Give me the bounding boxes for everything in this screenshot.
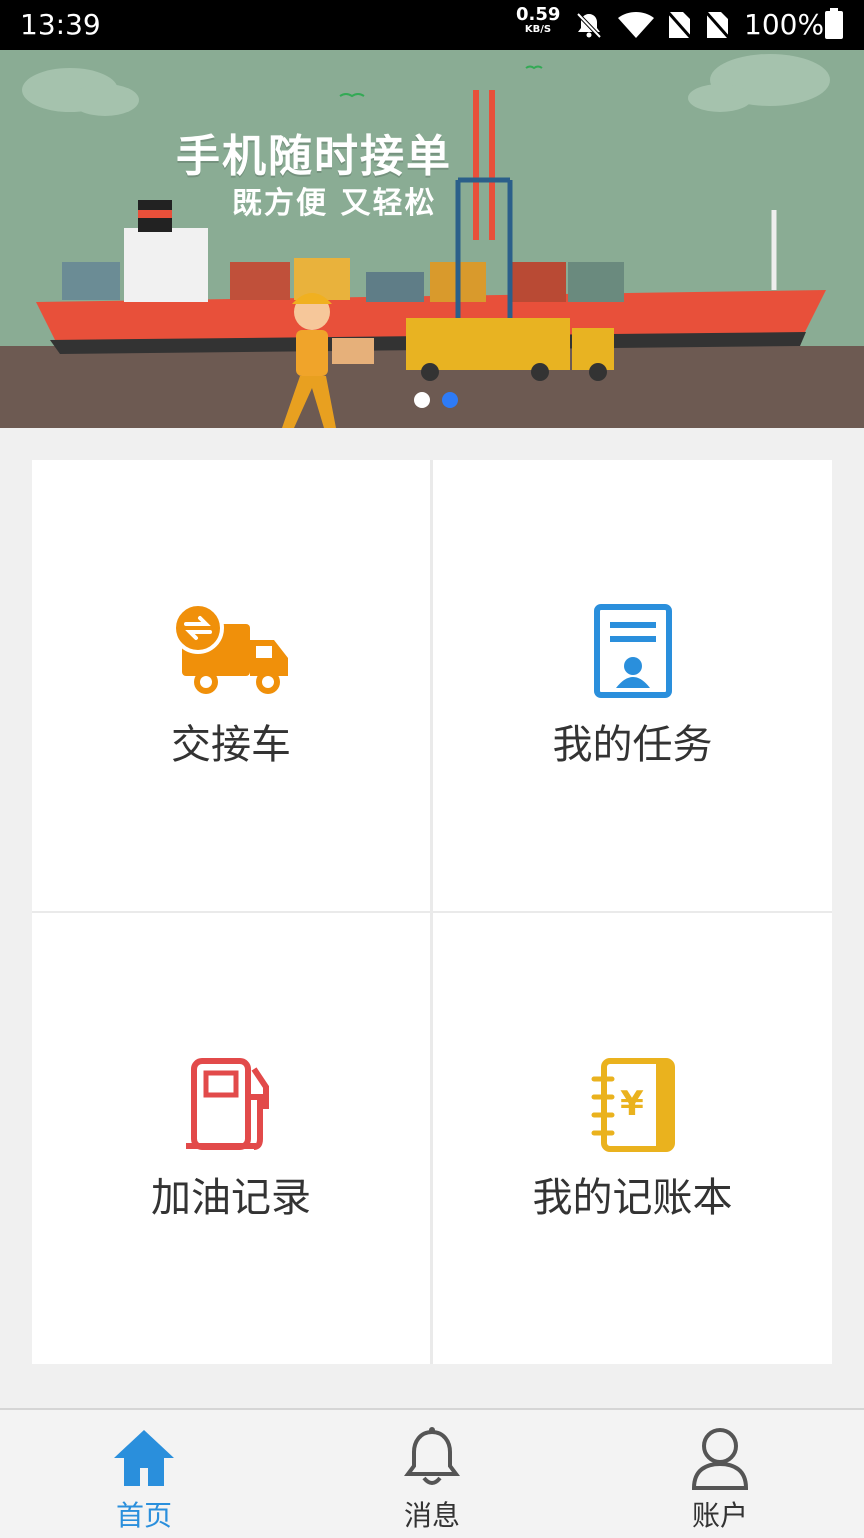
nav-tab-label: 首页 [115,1499,172,1532]
nav-tab-label: 账户 [691,1499,748,1532]
bell-icon [402,1426,462,1494]
ledger-book-icon: ¥ [590,1057,678,1157]
menu-item-vehicle-handover[interactable]: 交接车 [32,460,430,911]
menu-item-my-tasks[interactable]: 我的任务 [433,460,832,911]
menu-item-label: 加油记录 [151,1175,311,1221]
no-sim-icon [704,10,731,44]
nav-tab-home[interactable]: 首页 [64,1410,224,1538]
menu-item-fuel-records[interactable]: 加油记录 [32,913,430,1364]
fuel-pump-icon [184,1057,276,1157]
banner-title: 手机随时接单 [176,131,452,182]
nav-tab-label: 消息 [403,1499,460,1532]
feature-grid: 交接车 我的任务 加油记录 ¥ 我的记账本 [32,460,832,1364]
bell-off-icon [574,10,604,44]
bottom-navigation: 首页 消息 账户 [0,1408,864,1538]
nav-tab-messages[interactable]: 消息 [352,1410,512,1538]
menu-item-label: 交接车 [171,722,291,768]
network-speed-unit: KB/S [524,24,552,35]
menu-item-ledger[interactable]: ¥ 我的记账本 [433,913,832,1364]
task-profile-icon [594,604,672,702]
truck-swap-icon [170,602,290,704]
carousel-dot-active[interactable] [442,392,458,408]
menu-item-label: 我的任务 [552,722,713,768]
svg-text:¥: ¥ [620,1084,644,1124]
network-speed-value: 0.59 [516,4,561,25]
promo-banner[interactable]: 手机随时接单 既方便 又轻松 [0,50,864,428]
wifi-icon [616,10,656,44]
carousel-dot[interactable] [414,392,430,408]
battery-icon [824,8,844,44]
banner-illustration [0,50,864,428]
no-sim-icon [666,10,693,44]
network-speed: 0.59 KB/S [516,6,560,35]
status-time: 13:39 [20,8,101,41]
user-icon [688,1426,752,1494]
nav-tab-account[interactable]: 账户 [640,1410,800,1538]
menu-item-label: 我的记账本 [532,1175,733,1221]
status-bar: 13:39 0.59 KB/S 100% [0,0,864,50]
battery-percentage: 100% [744,8,825,41]
home-icon [112,1426,176,1494]
banner-subtitle: 既方便 又轻松 [232,186,437,221]
